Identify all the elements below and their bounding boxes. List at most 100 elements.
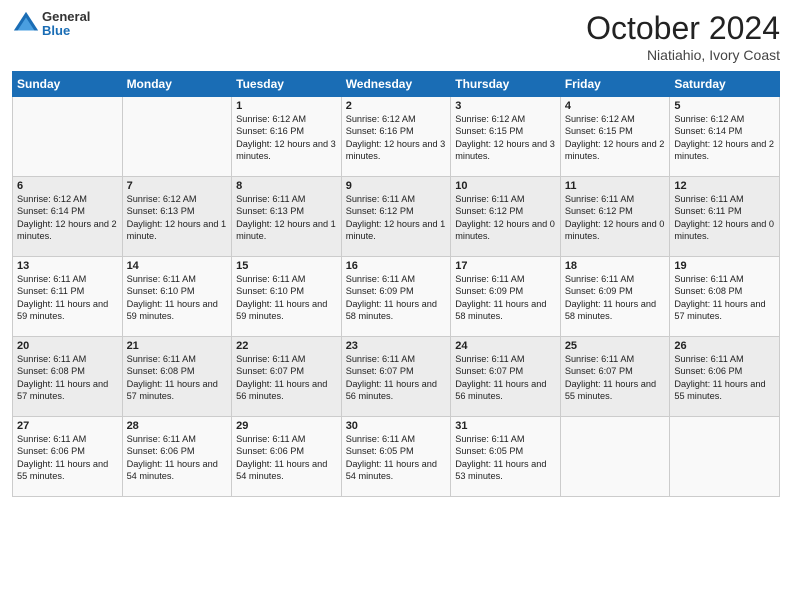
cell-content: Sunrise: 6:12 AMSunset: 6:15 PMDaylight:… — [455, 113, 556, 163]
calendar-cell: 17Sunrise: 6:11 AMSunset: 6:09 PMDayligh… — [451, 257, 561, 337]
day-number: 16 — [346, 260, 447, 272]
calendar-cell: 10Sunrise: 6:11 AMSunset: 6:12 PMDayligh… — [451, 177, 561, 257]
calendar-cell: 24Sunrise: 6:11 AMSunset: 6:07 PMDayligh… — [451, 337, 561, 417]
cell-content: Sunrise: 6:11 AMSunset: 6:05 PMDaylight:… — [346, 433, 447, 483]
day-number: 10 — [455, 180, 556, 192]
header-cell-tuesday: Tuesday — [232, 72, 342, 97]
cell-content: Sunrise: 6:11 AMSunset: 6:09 PMDaylight:… — [565, 273, 666, 323]
calendar-cell: 19Sunrise: 6:11 AMSunset: 6:08 PMDayligh… — [670, 257, 780, 337]
day-number: 13 — [17, 260, 118, 272]
calendar-cell: 13Sunrise: 6:11 AMSunset: 6:11 PMDayligh… — [13, 257, 123, 337]
calendar-cell — [560, 417, 670, 497]
day-number: 21 — [127, 340, 228, 352]
cell-content: Sunrise: 6:11 AMSunset: 6:07 PMDaylight:… — [236, 353, 337, 403]
calendar-cell — [670, 417, 780, 497]
calendar-cell: 1Sunrise: 6:12 AMSunset: 6:16 PMDaylight… — [232, 97, 342, 177]
calendar-cell: 12Sunrise: 6:11 AMSunset: 6:11 PMDayligh… — [670, 177, 780, 257]
calendar-cell: 8Sunrise: 6:11 AMSunset: 6:13 PMDaylight… — [232, 177, 342, 257]
day-number: 27 — [17, 420, 118, 432]
calendar-week-row: 20Sunrise: 6:11 AMSunset: 6:08 PMDayligh… — [13, 337, 780, 417]
header-cell-thursday: Thursday — [451, 72, 561, 97]
cell-content: Sunrise: 6:11 AMSunset: 6:11 PMDaylight:… — [674, 193, 775, 243]
day-number: 7 — [127, 180, 228, 192]
cell-content: Sunrise: 6:12 AMSunset: 6:15 PMDaylight:… — [565, 113, 666, 163]
cell-content: Sunrise: 6:12 AMSunset: 6:13 PMDaylight:… — [127, 193, 228, 243]
cell-content: Sunrise: 6:11 AMSunset: 6:11 PMDaylight:… — [17, 273, 118, 323]
cell-content: Sunrise: 6:12 AMSunset: 6:14 PMDaylight:… — [17, 193, 118, 243]
day-number: 25 — [565, 340, 666, 352]
header-row: SundayMondayTuesdayWednesdayThursdayFrid… — [13, 72, 780, 97]
calendar-cell: 31Sunrise: 6:11 AMSunset: 6:05 PMDayligh… — [451, 417, 561, 497]
cell-content: Sunrise: 6:11 AMSunset: 6:07 PMDaylight:… — [346, 353, 447, 403]
header: General Blue October 2024 Niatiahio, Ivo… — [12, 10, 780, 63]
calendar-cell: 23Sunrise: 6:11 AMSunset: 6:07 PMDayligh… — [341, 337, 451, 417]
calendar-table: SundayMondayTuesdayWednesdayThursdayFrid… — [12, 71, 780, 497]
day-number: 14 — [127, 260, 228, 272]
day-number: 28 — [127, 420, 228, 432]
calendar-cell: 11Sunrise: 6:11 AMSunset: 6:12 PMDayligh… — [560, 177, 670, 257]
logo: General Blue — [12, 10, 90, 39]
calendar-cell: 21Sunrise: 6:11 AMSunset: 6:08 PMDayligh… — [122, 337, 232, 417]
calendar-cell: 16Sunrise: 6:11 AMSunset: 6:09 PMDayligh… — [341, 257, 451, 337]
day-number: 18 — [565, 260, 666, 272]
cell-content: Sunrise: 6:11 AMSunset: 6:06 PMDaylight:… — [236, 433, 337, 483]
cell-content: Sunrise: 6:11 AMSunset: 6:12 PMDaylight:… — [455, 193, 556, 243]
day-number: 4 — [565, 100, 666, 112]
cell-content: Sunrise: 6:11 AMSunset: 6:08 PMDaylight:… — [17, 353, 118, 403]
cell-content: Sunrise: 6:12 AMSunset: 6:16 PMDaylight:… — [236, 113, 337, 163]
day-number: 9 — [346, 180, 447, 192]
calendar-cell: 15Sunrise: 6:11 AMSunset: 6:10 PMDayligh… — [232, 257, 342, 337]
cell-content: Sunrise: 6:11 AMSunset: 6:10 PMDaylight:… — [127, 273, 228, 323]
calendar-week-row: 27Sunrise: 6:11 AMSunset: 6:06 PMDayligh… — [13, 417, 780, 497]
day-number: 5 — [674, 100, 775, 112]
calendar-week-row: 6Sunrise: 6:12 AMSunset: 6:14 PMDaylight… — [13, 177, 780, 257]
day-number: 31 — [455, 420, 556, 432]
day-number: 24 — [455, 340, 556, 352]
calendar-cell: 26Sunrise: 6:11 AMSunset: 6:06 PMDayligh… — [670, 337, 780, 417]
title-block: October 2024 Niatiahio, Ivory Coast — [586, 10, 780, 63]
cell-content: Sunrise: 6:11 AMSunset: 6:07 PMDaylight:… — [455, 353, 556, 403]
logo-general: General — [42, 10, 90, 24]
day-number: 3 — [455, 100, 556, 112]
calendar-cell: 3Sunrise: 6:12 AMSunset: 6:15 PMDaylight… — [451, 97, 561, 177]
day-number: 29 — [236, 420, 337, 432]
calendar-cell: 6Sunrise: 6:12 AMSunset: 6:14 PMDaylight… — [13, 177, 123, 257]
calendar-cell: 2Sunrise: 6:12 AMSunset: 6:16 PMDaylight… — [341, 97, 451, 177]
day-number: 20 — [17, 340, 118, 352]
day-number: 26 — [674, 340, 775, 352]
cell-content: Sunrise: 6:11 AMSunset: 6:06 PMDaylight:… — [127, 433, 228, 483]
day-number: 8 — [236, 180, 337, 192]
calendar-header: SundayMondayTuesdayWednesdayThursdayFrid… — [13, 72, 780, 97]
cell-content: Sunrise: 6:12 AMSunset: 6:14 PMDaylight:… — [674, 113, 775, 163]
calendar-cell: 18Sunrise: 6:11 AMSunset: 6:09 PMDayligh… — [560, 257, 670, 337]
cell-content: Sunrise: 6:11 AMSunset: 6:12 PMDaylight:… — [565, 193, 666, 243]
header-cell-monday: Monday — [122, 72, 232, 97]
logo-text: General Blue — [42, 10, 90, 39]
calendar-cell: 9Sunrise: 6:11 AMSunset: 6:12 PMDaylight… — [341, 177, 451, 257]
calendar-cell — [13, 97, 123, 177]
day-number: 2 — [346, 100, 447, 112]
day-number: 1 — [236, 100, 337, 112]
cell-content: Sunrise: 6:11 AMSunset: 6:08 PMDaylight:… — [674, 273, 775, 323]
calendar-cell — [122, 97, 232, 177]
cell-content: Sunrise: 6:11 AMSunset: 6:09 PMDaylight:… — [455, 273, 556, 323]
header-cell-friday: Friday — [560, 72, 670, 97]
calendar-cell: 4Sunrise: 6:12 AMSunset: 6:15 PMDaylight… — [560, 97, 670, 177]
calendar-week-row: 1Sunrise: 6:12 AMSunset: 6:16 PMDaylight… — [13, 97, 780, 177]
day-number: 6 — [17, 180, 118, 192]
cell-content: Sunrise: 6:11 AMSunset: 6:12 PMDaylight:… — [346, 193, 447, 243]
day-number: 12 — [674, 180, 775, 192]
day-number: 11 — [565, 180, 666, 192]
calendar-cell: 20Sunrise: 6:11 AMSunset: 6:08 PMDayligh… — [13, 337, 123, 417]
cell-content: Sunrise: 6:11 AMSunset: 6:06 PMDaylight:… — [17, 433, 118, 483]
cell-content: Sunrise: 6:12 AMSunset: 6:16 PMDaylight:… — [346, 113, 447, 163]
calendar-cell: 22Sunrise: 6:11 AMSunset: 6:07 PMDayligh… — [232, 337, 342, 417]
calendar-week-row: 13Sunrise: 6:11 AMSunset: 6:11 PMDayligh… — [13, 257, 780, 337]
cell-content: Sunrise: 6:11 AMSunset: 6:07 PMDaylight:… — [565, 353, 666, 403]
day-number: 30 — [346, 420, 447, 432]
page: General Blue October 2024 Niatiahio, Ivo… — [0, 0, 792, 612]
calendar-cell: 7Sunrise: 6:12 AMSunset: 6:13 PMDaylight… — [122, 177, 232, 257]
day-number: 19 — [674, 260, 775, 272]
calendar-cell: 27Sunrise: 6:11 AMSunset: 6:06 PMDayligh… — [13, 417, 123, 497]
day-number: 15 — [236, 260, 337, 272]
